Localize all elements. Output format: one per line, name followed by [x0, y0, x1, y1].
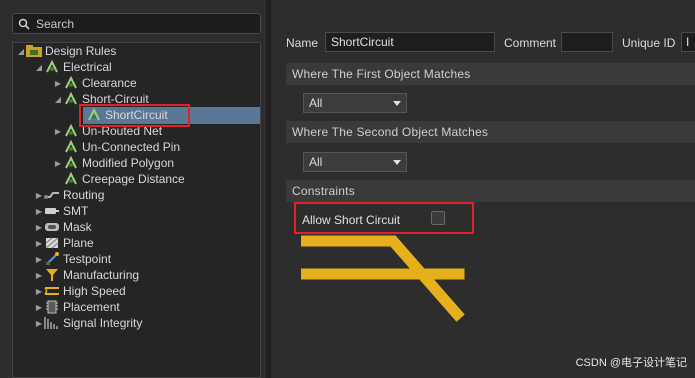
expand-arrow-icon[interactable]: ▶	[34, 287, 44, 296]
smt-icon	[44, 204, 60, 218]
second-object-dropdown[interactable]: All	[303, 152, 407, 172]
tree-item-testpoint[interactable]: ▶ Testpoint	[34, 251, 111, 267]
placement-chip-icon	[44, 300, 60, 314]
modified-polygon-rule-icon	[63, 156, 79, 170]
expand-arrow-icon[interactable]: ▶	[34, 255, 44, 264]
plane-icon	[44, 236, 60, 250]
collapse-arrow-icon[interactable]: ◢	[53, 95, 63, 104]
tree-item-unconnected-pin[interactable]: Un-Connected Pin	[63, 139, 180, 155]
tree-item-signal-integrity[interactable]: ▶ Signal Integrity	[34, 315, 142, 331]
short-circuit-tracks-illustration	[301, 235, 465, 322]
tree-item-electrical[interactable]: ◢ Electrical	[34, 59, 112, 75]
expand-arrow-icon[interactable]: ▶	[34, 191, 44, 200]
clearance-rule-icon	[63, 76, 79, 90]
tree-item-routing[interactable]: ▶ Routing	[34, 187, 104, 203]
watermark-text: CSDN @电子设计笔记	[575, 357, 687, 369]
tree-item-placement[interactable]: ▶ Placement	[34, 299, 120, 315]
short-circuit-rule-icon	[63, 92, 79, 106]
first-object-section-header: Where The First Object Matches	[286, 63, 695, 85]
tree-item-mask[interactable]: ▶ Mask	[34, 219, 92, 235]
comment-label: Comment	[504, 36, 557, 50]
second-object-section-header: Where The Second Object Matches	[286, 121, 695, 143]
highlight-box-shortcircuit-rule	[79, 104, 190, 127]
search-box[interactable]: Search	[12, 13, 261, 34]
search-icon	[18, 18, 30, 30]
comment-input[interactable]	[561, 32, 613, 52]
expand-arrow-icon[interactable]: ▶	[53, 79, 63, 88]
expand-arrow-icon[interactable]: ▶	[53, 127, 63, 136]
expand-arrow-icon[interactable]: ▶	[34, 271, 44, 280]
second-object-dropdown-value: All	[309, 155, 323, 169]
constraints-section-header: Constraints	[286, 180, 695, 202]
name-input[interactable]: ShortCircuit	[325, 32, 495, 52]
rules-tree-panel: Search ◢ Design Rules ◢ Electrical ▶ Cle…	[0, 0, 266, 378]
tree-item-plane[interactable]: ▶ Plane	[34, 235, 94, 251]
tree-item-modified-polygon[interactable]: ▶ Modified Polygon	[53, 155, 174, 171]
tree-item-clearance[interactable]: ▶ Clearance	[53, 75, 137, 91]
name-label: Name	[286, 36, 319, 50]
collapse-arrow-icon[interactable]: ◢	[34, 63, 44, 72]
chevron-down-icon	[393, 100, 401, 106]
unique-id-input[interactable]: I	[681, 32, 695, 52]
first-object-dropdown-value: All	[309, 96, 323, 110]
expand-arrow-icon[interactable]: ▶	[34, 239, 44, 248]
tree-item-high-speed[interactable]: ▶ High Speed	[34, 283, 126, 299]
unrouted-net-rule-icon	[63, 124, 79, 138]
expand-arrow-icon[interactable]: ▶	[34, 207, 44, 216]
first-object-dropdown[interactable]: All	[303, 93, 407, 113]
routing-icon	[44, 188, 60, 202]
unique-id-label: Unique ID	[622, 36, 676, 50]
expand-arrow-icon[interactable]: ▶	[53, 159, 63, 168]
tree-item-design-rules[interactable]: ◢ Design Rules	[16, 43, 116, 59]
creepage-rule-icon	[63, 172, 79, 186]
electrical-rule-icon	[44, 60, 60, 74]
signal-integrity-icon	[44, 316, 60, 330]
tree-item-smt[interactable]: ▶ SMT	[34, 203, 88, 219]
expand-arrow-icon[interactable]: ▶	[34, 223, 44, 232]
rule-editor-panel: Name ShortCircuit Comment Unique ID I Wh…	[271, 0, 695, 378]
expand-arrow-icon[interactable]: ▶	[34, 303, 44, 312]
tree-item-manufacturing[interactable]: ▶ Manufacturing	[34, 267, 139, 283]
expand-arrow-icon[interactable]: ▶	[34, 319, 44, 328]
high-speed-icon	[44, 284, 60, 298]
highlight-box-allow-short-circuit	[294, 202, 474, 234]
design-rules-folder-icon	[26, 44, 42, 58]
chevron-down-icon	[393, 159, 401, 165]
unconnected-pin-rule-icon	[63, 140, 79, 154]
collapse-arrow-icon[interactable]: ◢	[16, 47, 26, 56]
mask-icon	[44, 220, 60, 234]
search-input[interactable]: Search	[36, 17, 74, 31]
testpoint-icon	[44, 252, 60, 266]
tree-item-creepage-distance[interactable]: Creepage Distance	[63, 171, 185, 187]
manufacturing-funnel-icon	[44, 268, 60, 282]
